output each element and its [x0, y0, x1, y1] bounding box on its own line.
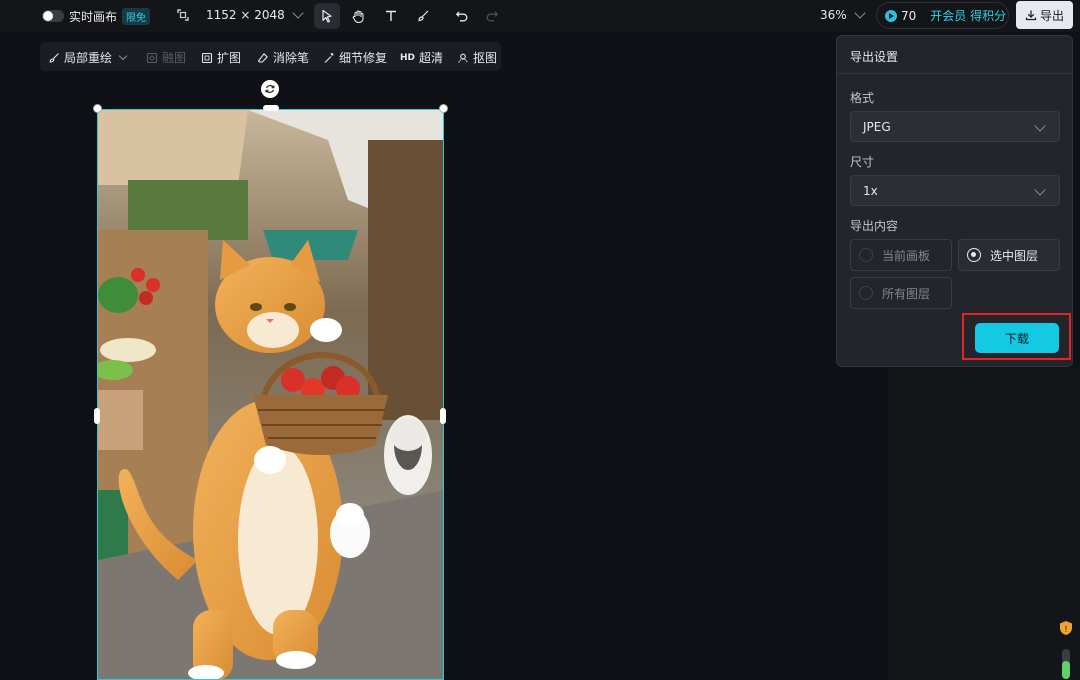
cutout-label: 抠图 — [473, 51, 498, 65]
detail-fix-label: 细节修复 — [339, 51, 388, 65]
option-all-layers[interactable]: 所有图层 — [850, 277, 952, 309]
zoom-selector[interactable]: 36% — [820, 7, 866, 22]
local-redraw-button[interactable]: 局部重绘 — [48, 49, 128, 66]
svg-text:!: ! — [1064, 625, 1067, 634]
text-icon — [386, 10, 396, 21]
eraser-button[interactable]: 消除笔 — [257, 49, 309, 66]
brush-icon — [418, 10, 429, 22]
option-selected-layer[interactable]: 选中图层 — [958, 239, 1060, 271]
image-edit-toolbar: 局部重绘 融图 扩图 消除笔 细节修复 HD 超清 抠图 — [40, 42, 501, 71]
size-label: 尺寸 — [850, 155, 875, 169]
rotate-icon — [265, 85, 275, 93]
resize-handle-right[interactable] — [440, 408, 446, 424]
eraser-icon — [257, 52, 268, 63]
zoom-value: 36% — [820, 8, 847, 22]
chevron-down-icon — [118, 51, 128, 60]
magic-wand-icon — [324, 52, 334, 63]
hand-icon — [352, 9, 364, 23]
redo-icon — [486, 11, 499, 22]
hd-label: 超清 — [419, 51, 444, 65]
side-widget[interactable]: ! — [1057, 619, 1075, 680]
resize-handle-left[interactable] — [94, 408, 100, 424]
undo-button[interactable] — [449, 3, 475, 29]
points-pill[interactable]: 70 开会员 得积分 — [876, 2, 1009, 29]
hd-icon: HD — [400, 52, 416, 63]
blend-icon — [146, 52, 158, 63]
rotate-handle[interactable] — [261, 80, 279, 98]
free-badge: 限免 — [122, 7, 151, 25]
resize-icon — [177, 9, 189, 21]
dialog-title: 导出设置 — [850, 50, 899, 64]
chevron-down-icon — [1034, 120, 1046, 132]
dialog-divider — [837, 73, 1072, 74]
cat-market-image — [98, 110, 443, 679]
resize-handle-top-right[interactable] — [439, 104, 448, 113]
chevron-down-icon — [292, 7, 304, 19]
canvas-size-selector[interactable]: 1152 × 2048 — [176, 7, 304, 22]
radio-selected-icon — [967, 248, 981, 262]
radio-icon — [859, 248, 873, 262]
redo-button[interactable] — [479, 3, 505, 29]
expand-icon — [201, 52, 213, 63]
text-tool-button[interactable] — [378, 3, 404, 29]
cutout-icon — [458, 53, 468, 63]
size-select[interactable]: 1x — [850, 175, 1060, 206]
export-content-label: 导出内容 — [850, 219, 899, 233]
realtime-canvas-toggle-group: 实时画布 限免 — [42, 7, 151, 25]
download-icon — [1025, 10, 1037, 21]
blend-label: 融图 — [162, 51, 187, 65]
eraser-label: 消除笔 — [273, 51, 310, 65]
cutout-button[interactable]: 抠图 — [457, 49, 497, 66]
export-label: 导出 — [1039, 8, 1064, 23]
top-toolbar: 实时画布 限免 1152 × 2048 36% 70 开会员 得积分 导出 — [0, 0, 1080, 32]
local-redraw-label: 局部重绘 — [64, 51, 113, 65]
brush-tool-button[interactable] — [410, 3, 436, 29]
option-label: 所有图层 — [882, 286, 931, 301]
blend-button[interactable]: 融图 — [146, 49, 186, 66]
shield-icon: ! — [1060, 621, 1072, 679]
chevron-down-icon — [854, 7, 866, 19]
format-select[interactable]: JPEG — [850, 111, 1060, 142]
format-value: JPEG — [863, 119, 891, 134]
realtime-canvas-label: 实时画布 — [69, 9, 118, 24]
vip-link[interactable]: 开会员 得积分 — [930, 7, 1006, 24]
option-label: 选中图层 — [990, 248, 1039, 263]
points-count: 70 — [901, 8, 917, 23]
expand-button[interactable]: 扩图 — [201, 49, 241, 66]
hd-upscale-button[interactable]: HD 超清 — [400, 49, 443, 66]
option-label: 当前画板 — [882, 248, 931, 263]
expand-label: 扩图 — [217, 51, 242, 65]
size-value: 1x — [863, 183, 878, 198]
download-button[interactable]: 下载 — [975, 323, 1059, 353]
right-panel-background — [888, 368, 1080, 680]
resize-handle-top[interactable] — [263, 105, 279, 111]
cursor-icon — [322, 9, 332, 23]
realtime-canvas-toggle[interactable] — [42, 10, 64, 22]
radio-icon — [859, 286, 873, 300]
select-tool-button[interactable] — [314, 3, 340, 29]
chevron-down-icon — [1034, 184, 1046, 196]
points-icon — [885, 9, 897, 22]
canvas-size-value: 1152 × 2048 — [206, 8, 285, 22]
format-label: 格式 — [850, 91, 875, 105]
paint-brush-icon — [49, 52, 59, 63]
undo-icon — [455, 11, 468, 22]
canvas-image-layer[interactable] — [97, 109, 444, 680]
hand-tool-button[interactable] — [345, 3, 371, 29]
detail-fix-button[interactable]: 细节修复 — [323, 49, 387, 66]
option-current-board[interactable]: 当前画板 — [850, 239, 952, 271]
resize-handle-top-left[interactable] — [93, 104, 102, 113]
export-button[interactable]: 导出 — [1016, 1, 1073, 29]
